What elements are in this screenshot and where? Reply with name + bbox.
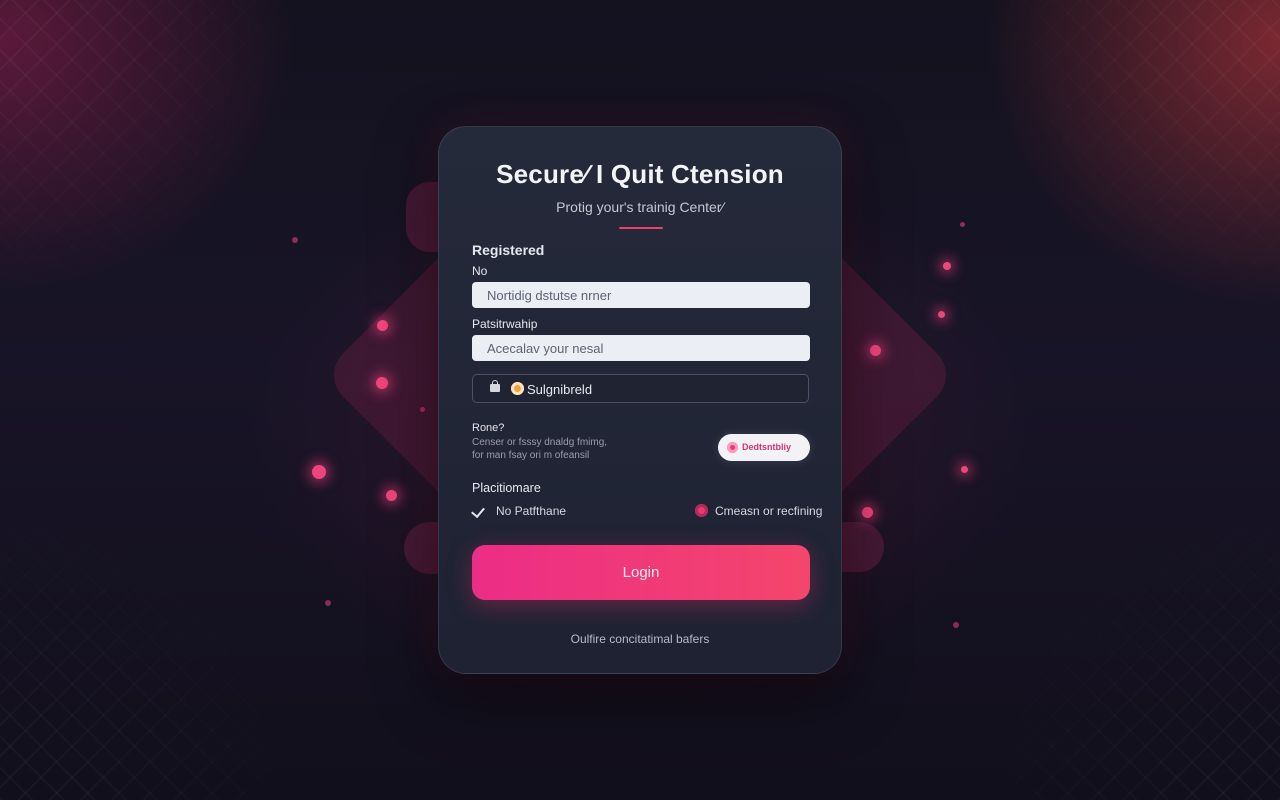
decor-dot — [420, 407, 425, 412]
field3-input[interactable]: Sulgnibreld — [472, 374, 809, 403]
lock-icon — [490, 380, 500, 392]
badge-icon — [511, 382, 524, 395]
option-right-label[interactable]: Cmeasn or recfining — [715, 504, 822, 518]
pill-label: Dedtsntbliy — [742, 442, 792, 452]
info-line-2: for man fsay ori m ofeansil — [472, 450, 590, 461]
decor-dot — [870, 345, 881, 356]
option-left-label[interactable]: No Patfthane — [496, 504, 566, 518]
decor-dot — [325, 600, 331, 606]
title-accent-divider — [619, 227, 663, 229]
login-card: Secure∕ I Quit Ctension Protig your's tr… — [438, 126, 842, 674]
card-subtitle: Protig your's trainig Center∕ — [556, 199, 724, 215]
decor-dot — [377, 320, 388, 331]
field1-label: No — [472, 264, 488, 278]
background-pattern-top-right — [980, 0, 1280, 300]
background-pattern-top-left — [0, 0, 300, 300]
decor-dot — [376, 377, 388, 389]
info-line-1: Censer or fsssy dnaldg fmimg, — [472, 437, 608, 448]
field3-value: Sulgnibreld — [527, 382, 593, 397]
field1-input[interactable] — [472, 282, 810, 308]
checkmark-icon[interactable] — [471, 503, 485, 519]
decor-dot — [953, 622, 959, 628]
pill-toggle-button[interactable]: Dedtsntbliy — [718, 434, 810, 461]
options-heading: Placitiomare — [472, 481, 541, 495]
card-title: Secure∕ I Quit Ctension — [496, 159, 784, 189]
field2-input[interactable] — [472, 335, 810, 361]
field2-label: Patsitrwahip — [472, 317, 538, 331]
login-button[interactable]: Login — [472, 545, 810, 600]
radio-icon[interactable] — [695, 504, 708, 517]
footer-link[interactable]: Oulfire concitatimal bafers — [439, 632, 841, 646]
decor-dot — [960, 222, 965, 227]
pill-icon — [727, 442, 738, 453]
decor-dot — [943, 262, 951, 270]
background-pattern-bottom-left — [0, 500, 300, 800]
background-pattern-bottom-right — [980, 500, 1280, 800]
section-label: Registered — [472, 242, 545, 258]
decor-dot — [312, 465, 326, 479]
info-heading: Rone? — [472, 422, 505, 434]
decor-dot — [938, 311, 945, 318]
decor-dot — [961, 466, 968, 473]
decor-dot — [386, 490, 397, 501]
decor-dot — [862, 507, 873, 518]
decor-dot — [292, 237, 298, 243]
